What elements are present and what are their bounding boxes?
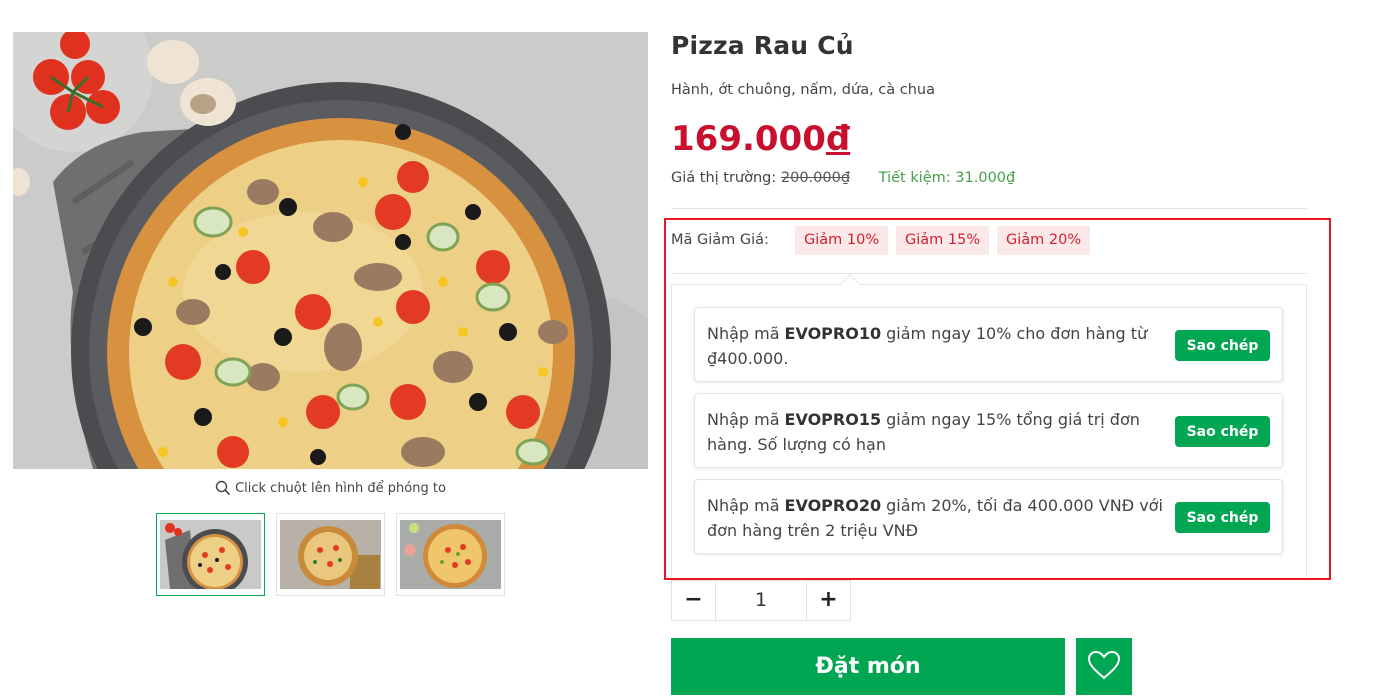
price-currency: đ bbox=[825, 119, 851, 159]
thumbnail-2[interactable] bbox=[276, 513, 385, 596]
thumbnail-image bbox=[280, 520, 381, 589]
zoom-hint-text: Click chuột lên hình để phóng to bbox=[235, 480, 446, 496]
coupon-chip-10[interactable]: Giảm 10% bbox=[795, 226, 889, 255]
copy-button[interactable]: Sao chép bbox=[1175, 330, 1270, 361]
coupon-prefix: Nhập mã bbox=[707, 410, 780, 429]
coupon-chip-15[interactable]: Giảm 15% bbox=[896, 226, 990, 255]
price-value: 169.000 bbox=[671, 119, 826, 159]
market-price-label: Giá thị trường: bbox=[671, 170, 777, 186]
market-price-row: Giá thị trường: 200.000₫ Tiết kiệm: 31.0… bbox=[671, 170, 1015, 186]
coupon-code: EVOPRO20 bbox=[784, 496, 882, 515]
divider bbox=[671, 273, 1307, 274]
wishlist-button[interactable] bbox=[1076, 638, 1132, 695]
product-title: Pizza Rau Củ bbox=[671, 31, 854, 60]
divider bbox=[671, 208, 1307, 209]
product-description: Hành, ớt chuông, nấm, dứa, cà chua bbox=[671, 82, 936, 98]
coupon-card-evopro20: Nhập mã EVOPRO20 giảm 20%, tối đa 400.000 … bbox=[694, 479, 1283, 554]
coupon-description: Nhập mã EVOPRO20 giảm 20%, tối đa 400.000 … bbox=[707, 493, 1167, 543]
savings-text: Tiết kiệm: 31.000₫ bbox=[878, 170, 1016, 186]
order-button[interactable]: Đặt món bbox=[671, 638, 1065, 695]
coupon-code: EVOPRO10 bbox=[784, 324, 882, 343]
thumbnail-image bbox=[160, 520, 261, 589]
copy-button[interactable]: Sao chép bbox=[1175, 416, 1270, 447]
coupon-card-evopro15: Nhập mã EVOPRO15 giảm ngay 15% tổng giá tr… bbox=[694, 393, 1283, 468]
heart-icon bbox=[1087, 650, 1121, 684]
coupon-label: Mã Giảm Giá: bbox=[671, 232, 769, 248]
coupon-chip-20[interactable]: Giảm 20% bbox=[997, 226, 1091, 255]
product-price: 169.000đ bbox=[671, 119, 850, 159]
zoom-hint: Click chuột lên hình để phóng to bbox=[13, 478, 648, 498]
main-product-image[interactable] bbox=[13, 32, 648, 469]
thumbnail-3[interactable] bbox=[396, 513, 505, 596]
quantity-input[interactable]: 1 bbox=[716, 581, 806, 620]
quantity-increase-button[interactable]: + bbox=[806, 581, 850, 620]
copy-button[interactable]: Sao chép bbox=[1175, 502, 1270, 533]
thumbnail-strip bbox=[0, 513, 660, 597]
thumbnail-1[interactable] bbox=[156, 513, 265, 596]
coupon-code: EVOPRO15 bbox=[784, 410, 882, 429]
coupon-prefix: Nhập mã bbox=[707, 324, 780, 343]
market-price-value: 200.000₫ bbox=[780, 170, 851, 186]
thumbnail-image bbox=[400, 520, 501, 589]
quantity-stepper: − 1 + bbox=[671, 580, 851, 621]
pizza-image bbox=[13, 32, 648, 469]
coupon-prefix: Nhập mã bbox=[707, 496, 780, 515]
coupon-description: Nhập mã EVOPRO10 giảm ngay 10% cho đơn hàn… bbox=[707, 321, 1167, 371]
magnifier-icon bbox=[215, 480, 231, 496]
coupon-card-evopro10: Nhập mã EVOPRO10 giảm ngay 10% cho đơn hàn… bbox=[694, 307, 1283, 382]
coupon-description: Nhập mã EVOPRO15 giảm ngay 15% tổng giá tr… bbox=[707, 407, 1167, 457]
quantity-decrease-button[interactable]: − bbox=[672, 581, 716, 620]
